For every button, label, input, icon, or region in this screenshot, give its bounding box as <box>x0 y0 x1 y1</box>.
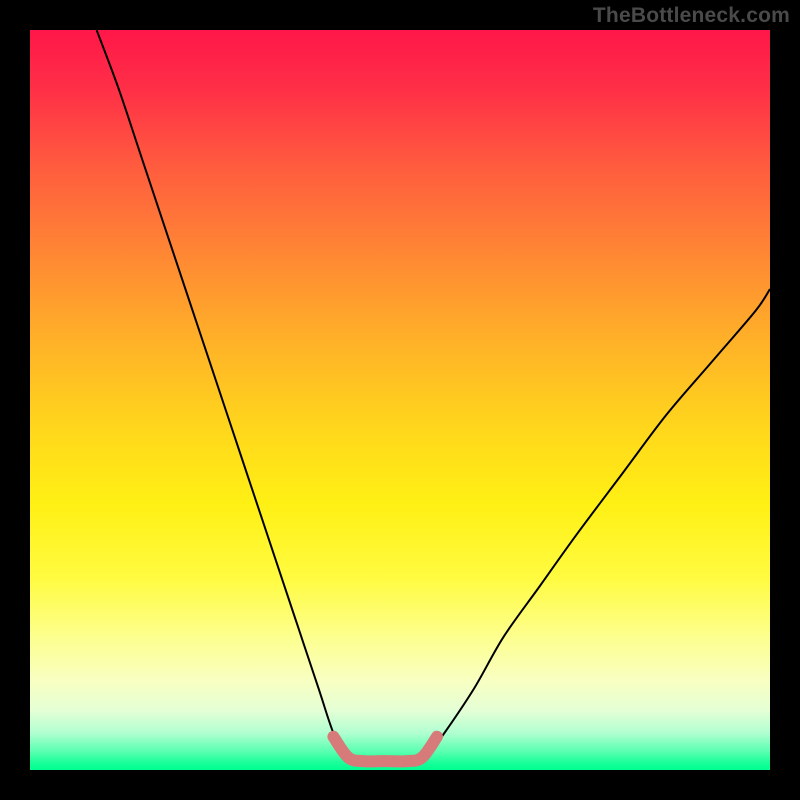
highlight-band <box>333 737 437 762</box>
curve-layer <box>30 30 770 770</box>
watermark-text: TheBottleneck.com <box>593 4 790 28</box>
bottleneck-curve-right <box>422 289 770 763</box>
chart-frame: TheBottleneck.com <box>0 0 800 800</box>
plot-area <box>30 30 770 770</box>
bottleneck-curve-left <box>97 30 349 763</box>
